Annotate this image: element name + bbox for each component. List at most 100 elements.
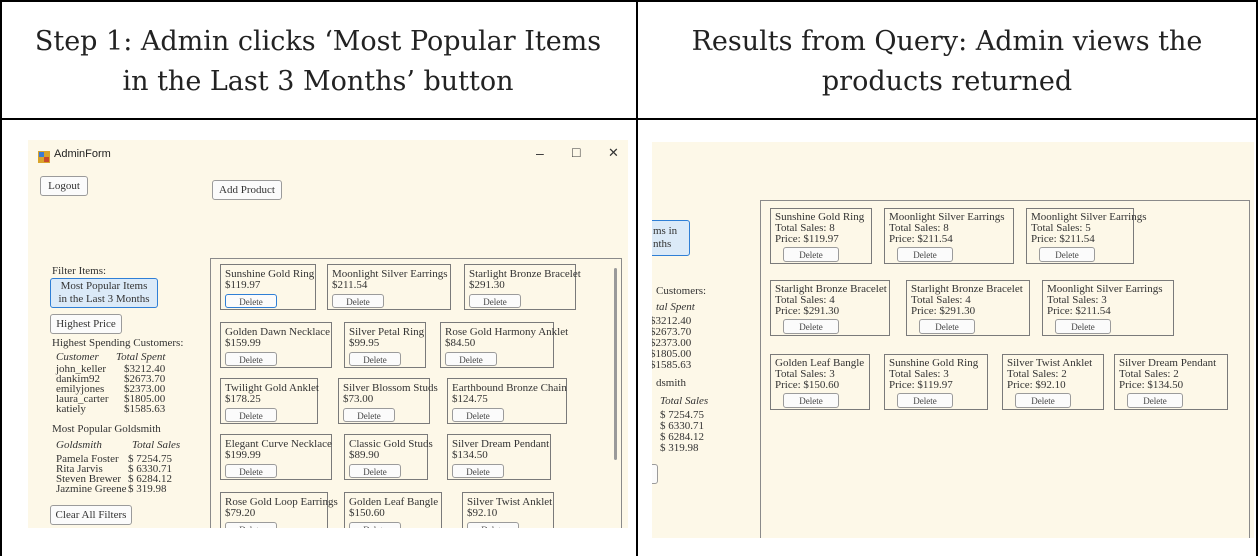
product-price: $134.50 xyxy=(452,449,488,461)
delete-button[interactable]: Delete xyxy=(452,464,504,478)
maximize-button[interactable]: □ xyxy=(572,144,580,160)
goldsmith-name: Jazmine Greene xyxy=(56,483,127,495)
partial-customers-title: Customers: xyxy=(656,285,707,297)
delete-button[interactable]: Delete xyxy=(467,522,519,528)
delete-button[interactable]: Delete xyxy=(469,294,521,308)
customers-title: Highest Spending Customers: xyxy=(52,337,184,349)
product-card: Earthbound Bronze Chain $124.75 Delete xyxy=(447,378,567,424)
delete-button[interactable]: Delete xyxy=(783,247,839,262)
result-price: Price: $211.54 xyxy=(1047,305,1111,317)
product-price: $99.95 xyxy=(349,337,380,349)
result-card: Moonlight Silver Earrings Total Sales: 5P… xyxy=(1026,208,1147,264)
product-card: Elegant Curve Necklace $199.99 Delete xyxy=(220,434,332,480)
result-card: Starlight Bronze Bracelet Total Sales: 4P… xyxy=(906,280,1030,336)
product-card: Silver Petal Ring $99.95 Delete xyxy=(344,322,426,368)
partial-btn-line2: nths xyxy=(653,238,672,250)
partial-sales-value: $ 319.98 xyxy=(660,442,699,454)
result-card: Moonlight Silver Earrings Total Sales: 8P… xyxy=(884,208,1014,264)
logout-button[interactable]: Logout xyxy=(40,176,88,196)
product-card: Moonlight Silver Earrings $211.54 Delete xyxy=(327,264,451,310)
add-product-button[interactable]: Add Product xyxy=(212,180,282,200)
clear-filters-button[interactable]: Clear All Filters xyxy=(50,505,132,525)
delete-button[interactable]: Delete xyxy=(1015,393,1071,408)
result-card: Moonlight Silver Earrings Total Sales: 3P… xyxy=(1042,280,1174,336)
most-popular-button[interactable]: Most Popular Items in the Last 3 Months xyxy=(50,278,158,308)
result-price: Price: $92.10 xyxy=(1007,379,1066,391)
admin-form-window: AdminForm – □ ✕ Logout Add Product Filte… xyxy=(28,140,628,528)
product-price: $178.25 xyxy=(225,393,261,405)
customers-header-name: Customer xyxy=(56,351,99,363)
product-card: Silver Dream Pendant $134.50 Delete xyxy=(447,434,551,480)
table-border-header xyxy=(0,118,1258,120)
goldsmith-header-value: Total Sales xyxy=(132,439,181,451)
partial-btn-line1: ms in xyxy=(653,225,678,237)
result-price: Price: $119.97 xyxy=(889,379,953,391)
window-title-bar: AdminForm – □ ✕ xyxy=(28,140,628,170)
delete-button[interactable]: Delete xyxy=(225,408,277,422)
results-window: ms in nths Customers: tal Spent $3212.40… xyxy=(652,142,1254,538)
product-card: Sunshine Gold Ring $119.97 Delete xyxy=(220,264,316,310)
result-card: Sunshine Gold Ring Total Sales: 8 Price: $… xyxy=(770,208,872,264)
delete-button[interactable]: Delete xyxy=(343,408,395,422)
goldsmith-total: $ 319.98 xyxy=(128,483,167,495)
product-price: $199.99 xyxy=(225,449,261,461)
delete-button[interactable]: Delete xyxy=(783,393,839,408)
product-card: Golden Leaf Bangle$150.60Delete xyxy=(344,492,442,528)
table-border-mid xyxy=(636,0,638,556)
delete-button[interactable]: Delete xyxy=(225,464,277,478)
partial-spent-value: $1585.63 xyxy=(652,359,692,371)
product-price: $84.50 xyxy=(445,337,476,349)
minimize-button[interactable]: – xyxy=(536,145,544,161)
table-border-top xyxy=(0,0,1258,2)
product-card: Silver Twist Anklet$92.10Delete xyxy=(462,492,554,528)
result-card: Golden Leaf Bangle Total Sales: 3 Price: $… xyxy=(770,354,870,410)
result-price: Price: $134.50 xyxy=(1119,379,1184,391)
result-price: Price: $291.30 xyxy=(911,305,976,317)
delete-button[interactable]: Delete xyxy=(783,319,839,334)
delete-button[interactable]: Delete xyxy=(225,352,277,366)
delete-button[interactable]: Delete xyxy=(445,352,497,366)
customer-name: katiely xyxy=(56,403,86,415)
partial-goldsmith-title: dsmith xyxy=(656,377,686,389)
highest-price-button[interactable]: Highest Price xyxy=(50,314,122,334)
product-price: $124.75 xyxy=(452,393,488,405)
delete-button[interactable]: Delete xyxy=(897,247,953,262)
delete-button[interactable]: Delete xyxy=(919,319,975,334)
delete-button[interactable]: Delete xyxy=(332,294,384,308)
partial-spent-header: tal Spent xyxy=(656,301,695,313)
clear-filters-button-partial[interactable] xyxy=(652,464,658,484)
result-price: Price: $150.60 xyxy=(775,379,840,391)
result-card: Silver Dream Pendant Total Sales: 2 Price:… xyxy=(1114,354,1228,410)
delete-button[interactable]: Delete xyxy=(349,464,401,478)
delete-button[interactable]: Delete xyxy=(452,408,504,422)
delete-button[interactable]: Delete xyxy=(225,522,277,528)
delete-button[interactable]: Delete xyxy=(897,393,953,408)
result-price: Price: $211.54 xyxy=(1031,233,1095,245)
results-header: Results from Query: Admin views the prod… xyxy=(691,26,1203,97)
result-card: Sunshine Gold Ring Total Sales: 3 Price: $… xyxy=(884,354,988,410)
product-card: Classic Gold Studs $89.90 Delete xyxy=(344,434,433,480)
product-card: Rose Gold Loop Earrings$79.20Delete xyxy=(220,492,338,528)
table-border-left xyxy=(0,0,2,556)
most-popular-button-partial[interactable]: ms in nths xyxy=(652,220,690,256)
result-price: Price: $291.30 xyxy=(775,305,840,317)
product-price: $92.10 xyxy=(467,507,498,519)
product-price: $79.20 xyxy=(225,507,256,519)
customers-header-value: Total Spent xyxy=(116,351,166,363)
product-scrollbar[interactable] xyxy=(614,268,617,460)
result-card: Silver Twist Anklet Total Sales: 2 Price: … xyxy=(1002,354,1104,410)
delete-button[interactable]: Delete xyxy=(349,352,401,366)
delete-button[interactable]: Delete xyxy=(1127,393,1183,408)
product-price: $73.00 xyxy=(343,393,374,405)
filter-label: Filter Items: xyxy=(52,265,107,277)
product-card: Silver Blossom Studs $73.00 Delete xyxy=(338,378,438,424)
step-1-header: Step 1: Admin clicks ‘Most Popular Items… xyxy=(34,26,602,97)
close-button[interactable]: ✕ xyxy=(608,145,619,161)
result-card: Starlight Bronze Bracelet Total Sales: 4P… xyxy=(770,280,890,336)
result-price: Price: $119.97 xyxy=(775,233,839,245)
product-price: $119.97 xyxy=(225,279,261,291)
delete-button[interactable]: Delete xyxy=(349,522,401,528)
delete-button[interactable]: Delete xyxy=(225,294,277,308)
delete-button[interactable]: Delete xyxy=(1039,247,1095,262)
delete-button[interactable]: Delete xyxy=(1055,319,1111,334)
